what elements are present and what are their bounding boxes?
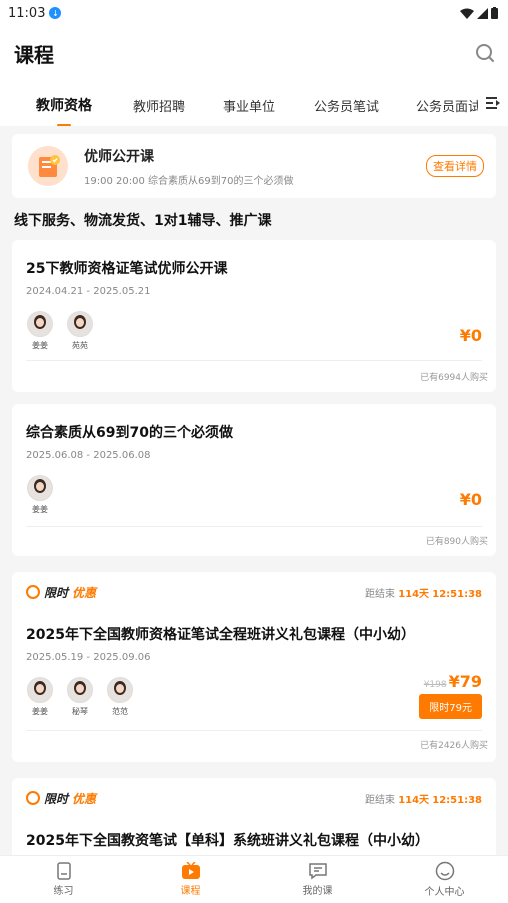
open-class-icon [28,146,68,186]
teacher-list: 姜姜 [26,475,482,515]
course-title: 2025年下全国教资笔试【单科】系统班讲义礼包课程（中小幼） [26,833,429,849]
nav-profile[interactable]: 个人中心 [381,856,508,903]
countdown-label: 距结束 [365,794,395,806]
teacher-list: 姜姜 苑苑 [26,311,482,351]
teacher-name: 苑苑 [72,341,88,350]
teacher-name: 范范 [112,707,128,716]
tab-public-institution[interactable]: 事业单位 [221,96,277,115]
teacher: 苑苑 [66,311,94,351]
limited-offer-row: 限时 优惠 距结束 114天 12:51:38 [26,778,482,818]
avatar [67,677,93,703]
tab-civil-servant-interview[interactable]: 公务员面试 [414,96,483,115]
avatar [27,475,53,501]
buyer-count: 已有2426人购买 [420,741,488,751]
status-bar: 11:03 ↓ [0,0,508,26]
tab-teacher-qualification[interactable]: 教师资格 [34,95,94,115]
teacher-name: 姜姜 [32,505,48,514]
tab-civil-servant-written[interactable]: 公务员笔试 [312,96,381,115]
nav-label: 课程 [180,886,201,897]
course-title: 综合素质从69到70的三个必须做 [26,425,233,441]
limited-offer-row: 限时 优惠 距结束 114天 12:51:38 [26,572,482,612]
alarm-clock-icon [26,791,40,805]
open-class-title: 优师公开课 [84,148,154,165]
original-price: ¥198 [423,680,447,690]
practice-icon [56,862,71,880]
course-title: 25下教师资格证笔试优师公开课 [26,261,228,277]
tab-teacher-recruitment[interactable]: 教师招聘 [131,96,187,115]
course-card[interactable]: 综合素质从69到70的三个必须做 2025.06.08 - 2025.06.08… [12,404,496,556]
course-date: 2025.06.08 - 2025.06.08 [26,450,151,461]
teacher-name: 姜姜 [32,341,48,350]
course-card[interactable]: 限时 优惠 距结束 114天 12:51:38 2025年下全国教资笔试【单科】系… [12,778,496,855]
avatar [67,311,93,337]
category-tabs: 教师资格 教师招聘 事业单位 公务员笔试 公务员面试 [0,80,508,126]
avatar [27,311,53,337]
open-class-card[interactable]: 优师公开课 19:00 20:00 综合素质从69到70的三个必须做 查看详情 [12,134,496,198]
search-icon[interactable] [474,42,496,64]
page-title: 课程 [14,42,54,67]
course-icon [181,862,200,879]
course-date: 2025.05.19 - 2025.09.06 [26,652,151,663]
limited-deal-button[interactable]: 限时79元 [419,694,482,719]
countdown: 距结束 114天 12:51:38 [365,791,482,806]
alarm-clock-icon [26,585,40,599]
teacher-name: 姜姜 [32,707,48,716]
badge-word-1: 限时 [44,791,69,806]
course-card[interactable]: 25下教师资格证笔试优师公开课 2024.04.21 - 2025.05.21 … [12,240,496,392]
course-price: ¥79 [448,672,482,691]
avatar [27,677,53,703]
divider [26,360,482,361]
nav-label: 练习 [53,886,74,897]
countdown-time: 12:51:38 [432,794,482,806]
teacher: 姜姜 [26,475,54,515]
teacher: 范范 [106,677,134,717]
badge-word-2: 优惠 [72,585,97,600]
badge-word-1: 限时 [44,585,69,600]
wifi-icon [460,8,474,19]
countdown: 距结束 114天 12:51:38 [365,585,482,600]
countdown-time: 12:51:38 [432,588,482,600]
teacher: 姜姜 [26,677,54,717]
section-banner: 线下服务、物流发货、1对1辅导、推广课 [14,213,272,229]
buyer-count: 已有890人购买 [425,537,488,547]
buyer-count: 已有6994人购买 [420,373,488,383]
status-time: 11:03 [8,5,46,21]
teacher-name: 秘琴 [72,707,88,716]
nav-course[interactable]: 课程 [127,856,254,903]
app-header: 课程 [0,26,508,80]
course-list[interactable]: 优师公开课 19:00 20:00 综合素质从69到70的三个必须做 查看详情 … [0,126,508,855]
notification-icon: ↓ [49,7,62,19]
course-title: 2025年下全国教师资格证笔试全程班讲义礼包课程（中小幼） [26,627,415,643]
menu-icon [486,97,500,109]
nav-my-course[interactable]: 我的课 [254,856,381,903]
teacher-list: 姜姜 秘琴 范范 [26,677,482,717]
countdown-days: 114天 [398,794,430,806]
signal-icon [477,7,488,19]
tabs-menu-button[interactable] [478,80,508,126]
price-row: ¥198 ¥79 [424,672,482,691]
open-class-subtitle: 19:00 20:00 综合素质从69到70的三个必须做 [84,175,294,187]
course-card[interactable]: 限时 优惠 距结束 114天 12:51:38 2025年下全国教师资格证笔试全程… [12,572,496,762]
view-details-button[interactable]: 查看详情 [426,155,484,177]
divider [26,526,482,527]
countdown-days: 114天 [398,588,430,600]
my-course-icon [308,863,327,880]
nav-practice[interactable]: 练习 [0,856,127,903]
limited-offer-badge: 限时 优惠 [26,584,96,601]
course-price: ¥0 [459,490,482,509]
course-date: 2024.04.21 - 2025.05.21 [26,286,151,297]
bottom-nav: 练习 课程 我的课 个人中心 [0,855,508,903]
avatar [107,677,133,703]
teacher: 姜姜 [26,311,54,351]
course-price: ¥0 [459,326,482,345]
nav-label: 个人中心 [424,887,465,898]
limited-offer-badge: 限时 优惠 [26,790,96,807]
battery-icon [491,7,498,19]
countdown-label: 距结束 [365,588,395,600]
divider [26,730,482,731]
badge-word-2: 优惠 [72,791,97,806]
teacher: 秘琴 [66,677,94,717]
profile-icon [435,861,454,881]
nav-label: 我的课 [302,886,333,897]
